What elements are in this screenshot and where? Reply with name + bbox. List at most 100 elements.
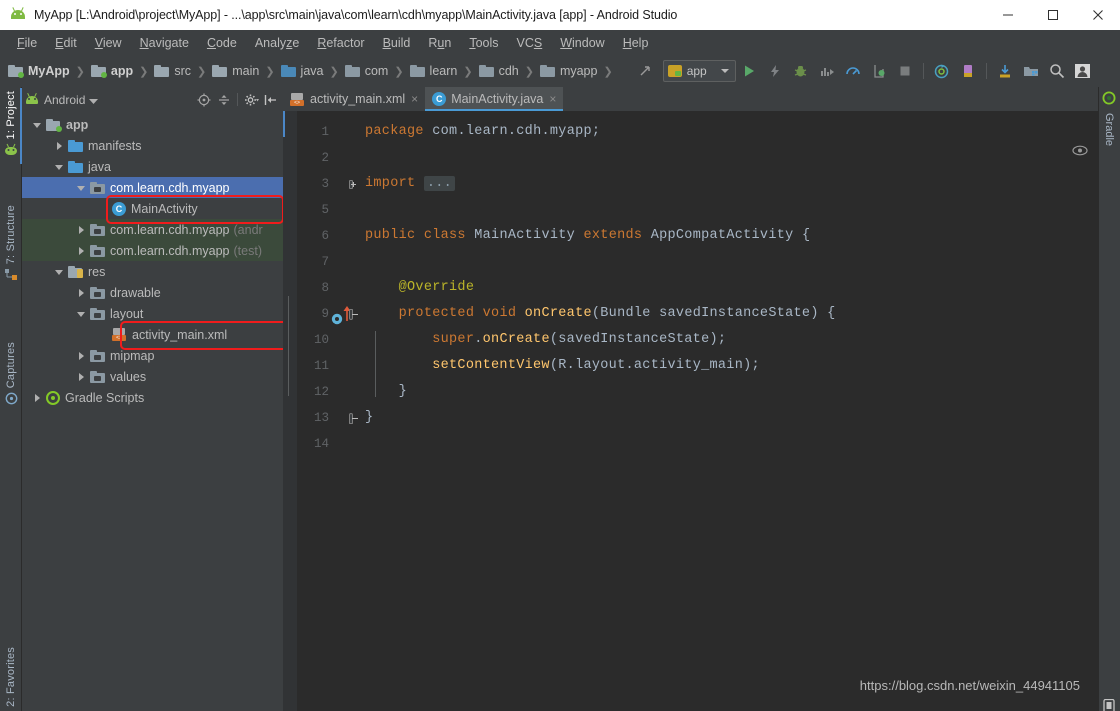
debug-button[interactable] [788,58,814,84]
stop-button[interactable] [892,58,918,84]
tree-node-label: com.learn.cdh.myapp [110,222,230,237]
tree-node-values[interactable]: values [22,366,283,387]
breadcrumb-item-cdh[interactable]: cdh [478,64,519,78]
target-icon[interactable] [195,91,213,109]
breadcrumb-separator: ❯ [329,65,339,78]
tree-node-label: drawable [110,285,161,300]
sidebar-item-structure-label: 7: Structure [5,205,17,265]
chevron-down-icon[interactable] [89,91,99,109]
tree-node-activity-main-xml[interactable]: <> activity_main.xml [22,324,283,345]
breadcrumb-item-com[interactable]: com [344,64,388,78]
breadcrumb-item-src[interactable]: src [154,64,191,78]
breadcrumb-item-learn[interactable]: learn [409,64,457,78]
tree-expand-arrow-icon[interactable] [76,308,88,320]
tree-node-res[interactable]: res [22,261,283,282]
line-number: 11 [313,359,329,373]
left-tool-window-bar: 1: Project 7: Structure Captures 2: Favo… [0,87,22,711]
sidebar-item-favorites[interactable]: 2: Favorites [0,647,22,711]
breadcrumb-item-app[interactable]: app [90,64,133,78]
editor-tab-mainactivity-java[interactable]: C MainActivity.java × [425,87,564,111]
breadcrumb-item-java[interactable]: java [280,64,323,78]
close-icon[interactable]: × [411,92,418,106]
breadcrumb-item-myapp[interactable]: myapp [539,64,597,78]
menu-item-window[interactable]: Window [551,33,613,53]
tree-expand-arrow-icon[interactable] [54,161,66,173]
tree-node-layout[interactable]: layout [22,303,283,324]
tree-node-com-learn-cdh-myapp[interactable]: com.learn.cdh.myapp [22,177,283,198]
run-configuration-selector[interactable]: app [662,60,736,82]
menu-item-navigate[interactable]: Navigate [131,33,198,53]
editor-tab-activity-main-xml[interactable]: <> activity_main.xml × [283,87,425,111]
tree-node-java[interactable]: java [22,156,283,177]
project-structure-button[interactable] [1018,58,1044,84]
menu-item-tools[interactable]: Tools [460,33,507,53]
tree-expand-arrow-icon[interactable] [76,224,88,236]
tree-expand-arrow-icon[interactable] [54,140,66,152]
toolbar-divider [922,63,924,79]
fold-minus-icon[interactable] [349,308,358,320]
tree-node-suffix: (andr [233,222,263,237]
hide-panel-icon[interactable] [262,91,280,109]
tree-node-drawable[interactable]: drawable [22,282,283,303]
back-arrow-icon[interactable] [633,58,659,84]
breadcrumb-item-MyApp[interactable]: MyApp [8,64,70,78]
tree-expand-arrow-icon[interactable] [76,182,88,194]
minimize-button[interactable] [985,0,1030,30]
fold-end-icon[interactable] [349,412,358,424]
tree-expand-arrow-icon[interactable] [76,350,88,362]
tree-node-mipmap[interactable]: mipmap [22,345,283,366]
run-button[interactable] [736,58,762,84]
sidebar-item-gradle[interactable]: Gradle [1098,91,1120,146]
collapse-all-icon[interactable] [215,91,233,109]
gear-icon[interactable] [242,91,260,109]
sidebar-item-device-file-explorer[interactable]: Device File [1098,698,1120,711]
tree-expand-arrow-icon[interactable] [76,371,88,383]
attach-debugger-button[interactable] [866,58,892,84]
fold-plus-icon[interactable] [349,179,356,189]
eye-icon[interactable] [1072,143,1088,161]
sync-gradle-button[interactable] [929,58,955,84]
tree-node-manifests[interactable]: manifests [22,135,283,156]
menu-item-code[interactable]: Code [198,33,246,53]
tree-expand-arrow-icon[interactable] [32,119,44,131]
close-icon[interactable]: × [549,92,556,106]
tree-node-mainactivity[interactable]: C MainActivity [22,198,283,219]
sidebar-item-structure[interactable]: 7: Structure [0,205,22,286]
code-line: package com.learn.cdh.myapp; [365,124,601,139]
folder-icon [68,139,83,152]
menu-item-view[interactable]: View [86,33,131,53]
tree-node-app[interactable]: app [22,114,283,135]
menu-item-run[interactable]: Run [419,33,460,53]
search-icon[interactable] [1044,58,1070,84]
tree-expand-arrow-icon[interactable] [76,287,88,299]
tree-expand-arrow-icon[interactable] [54,266,66,278]
tree-node-com-learn-cdh-myapp[interactable]: com.learn.cdh.myapp (test) [22,240,283,261]
implementing-method-icon[interactable] [331,308,343,334]
breadcrumb-item-main[interactable]: main [212,64,259,78]
layout-inspector-button[interactable] [1070,58,1096,84]
window-controls [985,0,1120,30]
run-with-coverage-button[interactable] [814,58,840,84]
breadcrumb-separator: ❯ [265,65,275,78]
code-editor[interactable]: 1 2 3 5 6 7 8 9 10 11 12 13 14 package c… [283,111,1098,711]
menu-item-refactor[interactable]: Refactor [308,33,373,53]
menu-item-edit[interactable]: Edit [46,33,86,53]
tree-node-gradle-scripts[interactable]: Gradle Scripts [22,387,283,408]
sdk-manager-button[interactable] [992,58,1018,84]
java-class-icon: C [112,201,126,216]
close-button[interactable] [1075,0,1120,30]
menu-item-help[interactable]: Help [614,33,658,53]
avd-manager-button[interactable] [955,58,981,84]
apply-changes-button[interactable] [762,58,788,84]
sidebar-item-captures[interactable]: Captures [0,342,22,410]
profiler-button[interactable] [840,58,866,84]
menu-item-file[interactable]: File [8,33,46,53]
menu-item-analyze[interactable]: Analyze [246,33,308,53]
tree-expand-arrow-icon[interactable] [76,245,88,257]
tree-node-com-learn-cdh-myapp[interactable]: com.learn.cdh.myapp (andr [22,219,283,240]
tree-expand-arrow-icon[interactable] [32,392,44,404]
menu-item-build[interactable]: Build [374,33,420,53]
maximize-button[interactable] [1030,0,1075,30]
menu-item-vcs[interactable]: VCS [508,33,552,53]
sidebar-item-project[interactable]: 1: Project [0,87,22,165]
